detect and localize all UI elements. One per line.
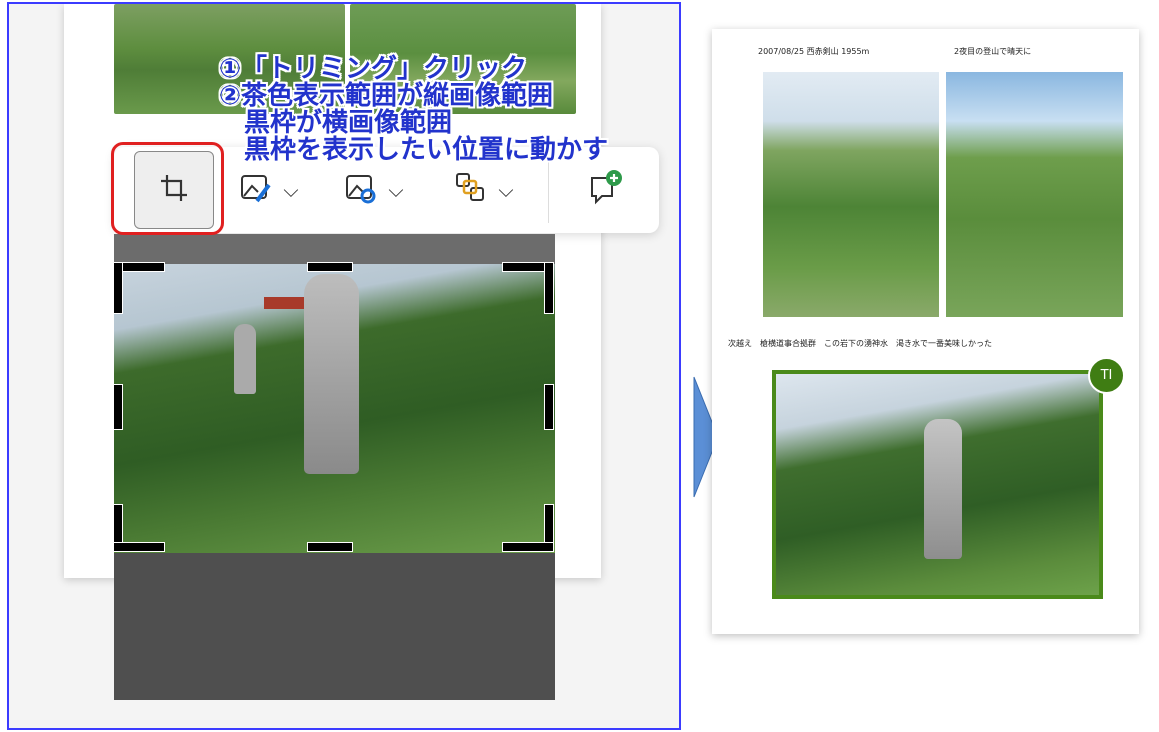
rock-spire <box>304 274 359 474</box>
crop-outside-bottom <box>114 553 555 700</box>
toolbar-separator <box>548 157 549 223</box>
crop-handle-bottom[interactable] <box>307 542 353 552</box>
crop-handle-top-left-vertical[interactable] <box>113 262 123 314</box>
result-image-mountain-right[interactable] <box>946 72 1123 317</box>
add-comment-icon <box>586 168 626 212</box>
crop-outside-top <box>114 234 555 264</box>
rock-spire <box>924 419 962 559</box>
instruction-line-4: 黒枠を表示したい位置に動かす <box>244 135 609 165</box>
crop-handle-top-right-vertical[interactable] <box>544 262 554 314</box>
crop-visible-image[interactable] <box>114 264 555 553</box>
image-brush-icon <box>239 171 273 209</box>
image-replace-icon <box>344 171 378 209</box>
instruction-line-1: ①「トリミング」クリック <box>219 54 528 84</box>
arrange-shapes-icon <box>454 171 488 209</box>
result-image-mountain-left[interactable] <box>763 72 939 317</box>
chevron-down-icon[interactable]: ⌵ <box>498 178 513 202</box>
caption-top-right: 2夜目の登山で晴天に <box>954 47 1032 56</box>
crop-handle-right[interactable] <box>544 384 554 430</box>
crop-area[interactable] <box>114 234 555 700</box>
crop-handle-bottom-right[interactable] <box>502 542 554 552</box>
collaborator-avatar[interactable]: TI <box>1088 357 1125 394</box>
result-image-cropped-selected[interactable] <box>772 370 1103 599</box>
result-document-page: 2007/08/25 西赤剣山 1955m 2夜目の登山で晴天に 次越え 槍横道… <box>712 29 1139 634</box>
chevron-down-icon[interactable]: ⌵ <box>283 178 298 202</box>
crop-handle-bottom-left[interactable] <box>113 542 165 552</box>
caption-top-left: 2007/08/25 西赤剣山 1955m <box>758 47 870 56</box>
rock-small <box>234 324 256 394</box>
instruction-annotation: ①「トリミング」クリック ②茶色表示範囲が縦画像範囲 黒枠が横画像範囲 黒枠を表… <box>219 56 608 164</box>
caption-middle: 次越え 槍横道事合拠群 この岩下の湧神水 渇き水で一番美味しかった <box>728 339 992 348</box>
instruction-line-3: 黒枠が横画像範囲 <box>244 108 453 138</box>
crop-handle-left[interactable] <box>113 384 123 430</box>
chevron-down-icon[interactable]: ⌵ <box>388 178 403 202</box>
left-screenshot-frame: ⌵ ⌵ ⌵ ①「トリミング」クリック ②茶色表示範囲が縦画像範囲 黒枠が横画像範… <box>7 2 681 730</box>
crop-handle-top[interactable] <box>307 262 353 272</box>
instruction-line-2: ②茶色表示範囲が縦画像範囲 <box>219 81 554 111</box>
hut-roof <box>264 297 304 309</box>
crop-button-highlight <box>111 142 224 235</box>
